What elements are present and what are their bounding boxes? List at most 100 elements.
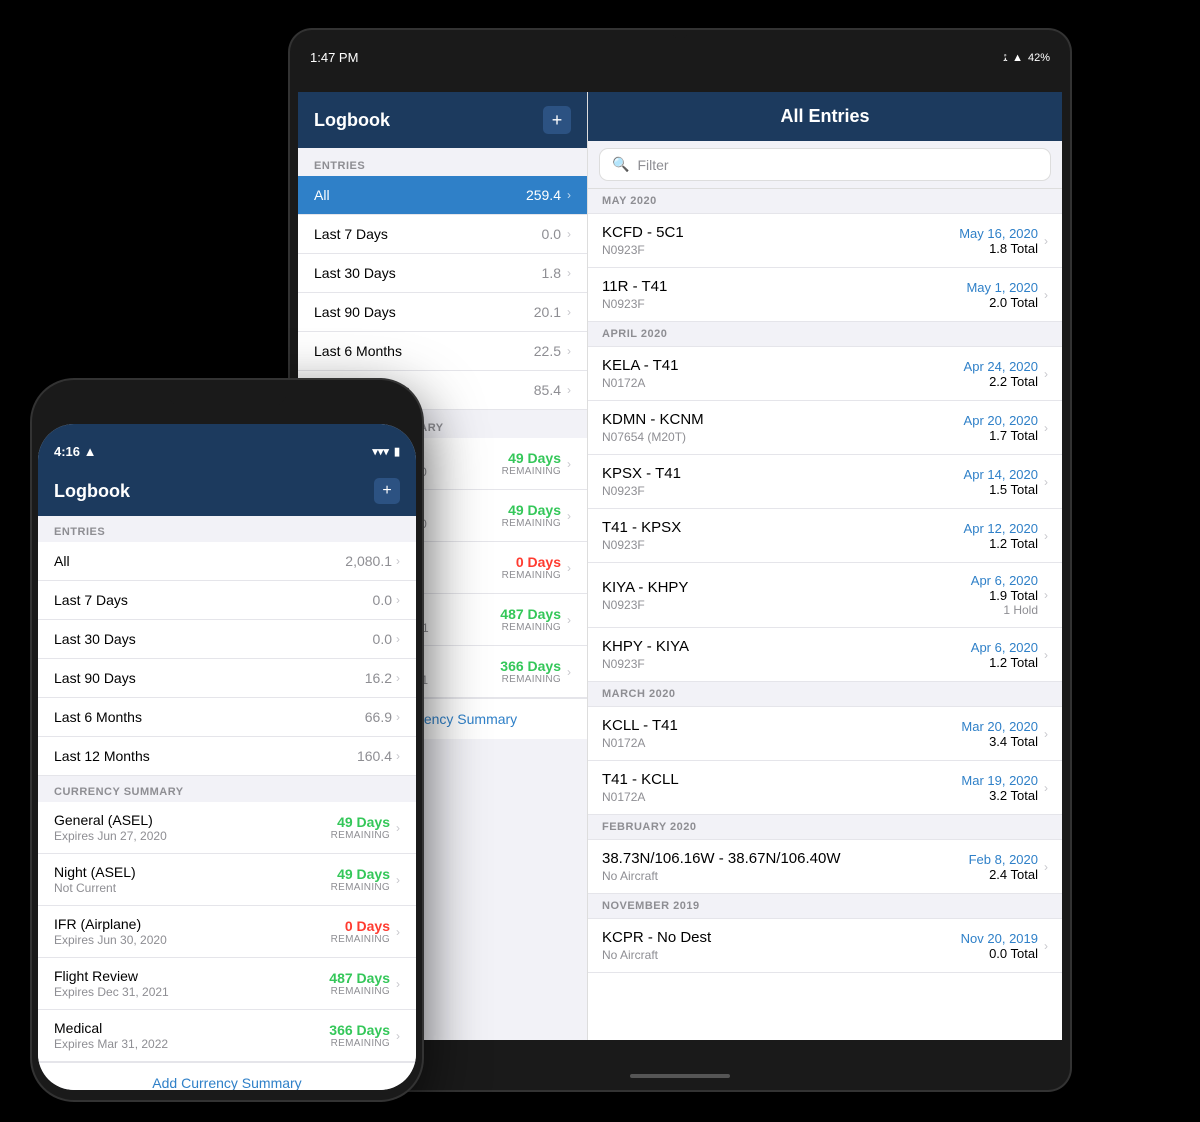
entry-chevron: › (1044, 234, 1048, 248)
phone-30days-label: Last 30 Days (54, 631, 136, 647)
phone-currency-ifr[interactable]: IFR (Airplane) Expires Jun 30, 2020 0 Da… (38, 906, 416, 958)
phone-body: ENTRIES All 2,080.1 › Last 7 Days 0.0 › … (38, 516, 416, 1090)
tablet-6months-value: 22.5 › (534, 343, 571, 359)
entry-total: 3.4 Total (961, 734, 1038, 749)
tablet-90days-label: Last 90 Days (314, 304, 396, 320)
entry-chevron: › (1044, 939, 1048, 953)
table-row[interactable]: KCLL - T41 N0172A Mar 20, 2020 3.4 Total… (588, 707, 1062, 761)
tablet-30days-chevron: › (567, 266, 571, 280)
entry-chevron: › (1044, 588, 1048, 602)
tablet-entry-90days[interactable]: Last 90 Days 20.1 › (298, 293, 587, 332)
tablet-filter-input[interactable]: 🔍 Filter (600, 149, 1050, 180)
entry-route: KIYA - KHPY (602, 579, 971, 596)
table-row[interactable]: KHPY - KIYA N0923F Apr 6, 2020 1.2 Total… (588, 628, 1062, 682)
entry-hold: 1 Hold (971, 603, 1038, 617)
tablet-fr-days: 487 Days REMAINING (500, 606, 561, 633)
entry-route: KELA - T41 (602, 357, 964, 374)
phone-fr-count: 487 Days (329, 970, 390, 986)
phone-6months-value: 66.9 › (365, 709, 400, 725)
tablet-entries-list: MAY 2020 KCFD - 5C1 N0923F May 16, 2020 … (588, 189, 1062, 1040)
phone-medical-sub: Expires Mar 31, 2022 (54, 1037, 329, 1051)
phone-night-days: 49 Days REMAINING (331, 866, 390, 893)
tablet-all-chevron: › (567, 188, 571, 202)
entry-route: KDMN - KCNM (602, 411, 964, 428)
phone-general-chevron: › (396, 821, 400, 835)
entry-aircraft: N0923F (602, 598, 971, 612)
tablet-all-entries-header: All Entries (588, 92, 1062, 141)
entry-aircraft: N0923F (602, 297, 966, 311)
entry-date: Apr 6, 2020 (971, 573, 1038, 588)
table-row[interactable]: T41 - KCLL N0172A Mar 19, 2020 3.2 Total… (588, 761, 1062, 815)
entry-aircraft: N0923F (602, 538, 964, 552)
phone-add-button[interactable]: + (374, 478, 400, 504)
tablet-6months-chevron: › (567, 344, 571, 358)
entry-route: KPSX - T41 (602, 465, 964, 482)
phone-90days-chevron: › (396, 671, 400, 685)
table-row[interactable]: KCFD - 5C1 N0923F May 16, 2020 1.8 Total… (588, 214, 1062, 268)
entry-route: 11R - T41 (602, 278, 966, 295)
phone-entry-30days[interactable]: Last 30 Days 0.0 › (38, 620, 416, 659)
entry-total: 1.8 Total (959, 241, 1038, 256)
phone-medical-chevron: › (396, 1029, 400, 1043)
phone-entry-12months[interactable]: Last 12 Months 160.4 › (38, 737, 416, 776)
phone-all-chevron: › (396, 554, 400, 568)
entry-chevron: › (1044, 648, 1048, 662)
phone-currency-medical[interactable]: Medical Expires Mar 31, 2022 366 Days RE… (38, 1010, 416, 1062)
tablet-entries-section: ENTRIES (298, 148, 587, 176)
filter-placeholder: Filter (637, 157, 668, 173)
phone-entry-7days[interactable]: Last 7 Days 0.0 › (38, 581, 416, 620)
phone-status-icons: ▾▾▾ ▮ (372, 445, 400, 458)
phone-currency-general[interactable]: General (ASEL) Expires Jun 27, 2020 49 D… (38, 802, 416, 854)
phone-12months-label: Last 12 Months (54, 748, 150, 764)
tablet-entry-30days[interactable]: Last 30 Days 1.8 › (298, 254, 587, 293)
tablet-entry-all[interactable]: All 259.4 › (298, 176, 587, 215)
entry-aircraft: N0923F (602, 657, 971, 671)
phone-general-name: General (ASEL) (54, 812, 331, 828)
phone-night-sub: Not Current (54, 881, 331, 895)
phone-all-label: All (54, 553, 70, 569)
tablet-right-panel: All Entries 🔍 Filter MAY 2020 KCFD - 5C1… (588, 92, 1062, 1040)
table-row[interactable]: KELA - T41 N0172A Apr 24, 2020 2.2 Total… (588, 347, 1062, 401)
table-row[interactable]: T41 - KPSX N0923F Apr 12, 2020 1.2 Total… (588, 509, 1062, 563)
phone-wifi-icon: ▾▾▾ (372, 445, 389, 458)
tablet-6months-label: Last 6 Months (314, 343, 402, 359)
tablet-12months-chevron: › (567, 383, 571, 397)
phone-ifr-name: IFR (Airplane) (54, 916, 331, 932)
entry-chevron: › (1044, 367, 1048, 381)
tablet-90days-value: 20.1 › (534, 304, 571, 320)
table-row[interactable]: KIYA - KHPY N0923F Apr 6, 2020 1.9 Total… (588, 563, 1062, 628)
search-icon: 🔍 (612, 156, 629, 173)
tablet-night-days: 49 Days REMAINING (502, 502, 561, 529)
phone-add-currency-link[interactable]: Add Currency Summary (38, 1062, 416, 1090)
tablet-entry-6months[interactable]: Last 6 Months 22.5 › (298, 332, 587, 371)
entry-date: May 16, 2020 (959, 226, 1038, 241)
phone-currency-night[interactable]: Night (ASEL) Not Current 49 Days REMAINI… (38, 854, 416, 906)
table-row[interactable]: KCPR - No Dest No Aircraft Nov 20, 2019 … (588, 919, 1062, 973)
phone-30days-chevron: › (396, 632, 400, 646)
phone-night-chevron: › (396, 873, 400, 887)
table-row[interactable]: KDMN - KCNM N07654 (M20T) Apr 20, 2020 1… (588, 401, 1062, 455)
entry-chevron: › (1044, 475, 1048, 489)
entry-total: 1.9 Total (971, 588, 1038, 603)
table-row[interactable]: 38.73N/106.16W - 38.67N/106.40W No Aircr… (588, 840, 1062, 894)
phone-ifr-days: 0 Days REMAINING (331, 918, 390, 945)
entry-date: Nov 20, 2019 (961, 931, 1038, 946)
phone-12months-chevron: › (396, 749, 400, 763)
table-row[interactable]: 11R - T41 N0923F May 1, 2020 2.0 Total › (588, 268, 1062, 322)
table-row[interactable]: KPSX - T41 N0923F Apr 14, 2020 1.5 Total… (588, 455, 1062, 509)
tablet-12months-value: 85.4 › (534, 382, 571, 398)
phone-12months-value: 160.4 › (357, 748, 400, 764)
phone-ifr-count: 0 Days (331, 918, 390, 934)
tablet-entry-7days[interactable]: Last 7 Days 0.0 › (298, 215, 587, 254)
phone-entry-all[interactable]: All 2,080.1 › (38, 542, 416, 581)
entry-chevron: › (1044, 781, 1048, 795)
phone-entry-6months[interactable]: Last 6 Months 66.9 › (38, 698, 416, 737)
phone-7days-label: Last 7 Days (54, 592, 128, 608)
entry-total: 2.2 Total (964, 374, 1038, 389)
phone-ifr-chevron: › (396, 925, 400, 939)
entry-total: 0.0 Total (961, 946, 1038, 961)
tablet-add-button[interactable]: + (543, 106, 571, 134)
phone-entry-90days[interactable]: Last 90 Days 16.2 › (38, 659, 416, 698)
phone-currency-fr[interactable]: Flight Review Expires Dec 31, 2021 487 D… (38, 958, 416, 1010)
phone-7days-chevron: › (396, 593, 400, 607)
